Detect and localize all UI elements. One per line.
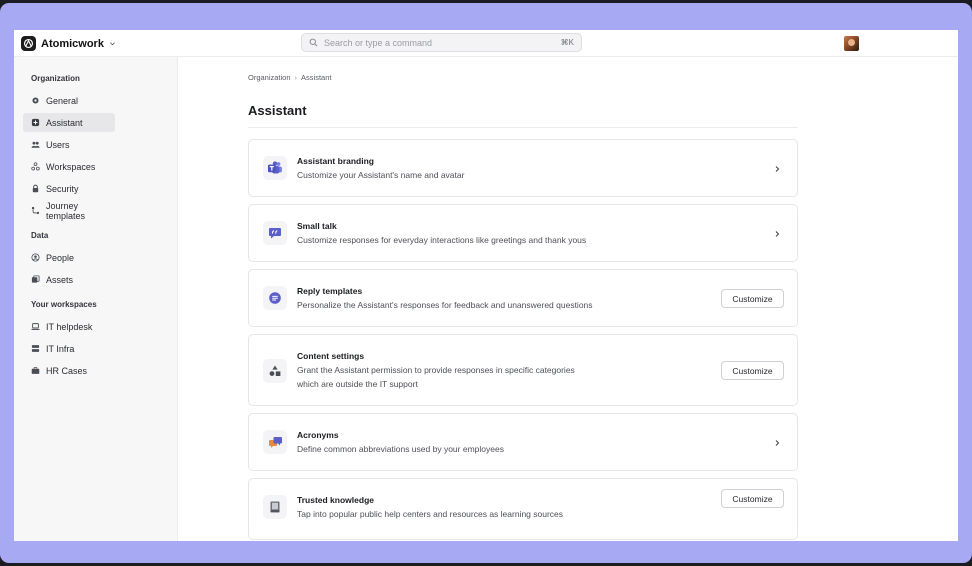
chat-bubbles-icon [263,430,287,454]
users-icon [31,141,40,148]
assets-icon [31,275,40,283]
sidebar-item-label: Workspaces [46,161,96,172]
briefcase-icon [31,367,40,374]
sidebar-section-data: Data [31,231,49,240]
sidebar-item-journey-templates[interactable]: Journey templates [23,200,115,221]
sidebar-item-users[interactable]: Users [23,135,115,154]
search-placeholder: Search or type a command [324,37,433,48]
top-bar: Atomicwork Search or type a command ⌘K [14,30,958,57]
card-title: Assistant branding [297,156,374,166]
journey-icon [31,206,40,215]
reply-bubble-icon [263,286,287,310]
sidebar-item-label: Journey templates [46,200,86,221]
sidebar-item-label: Assets [46,274,74,285]
sidebar-item-label: Users [46,139,70,150]
sidebar-item-label: IT helpdesk [46,321,93,332]
sidebar-item-hr-cases[interactable]: HR Cases [23,361,115,380]
book-icon [263,495,287,519]
card-description: Tap into popular public help centers and… [297,509,564,519]
lock-icon [32,184,39,193]
card-trusted-knowledge: Trusted knowledge Tap into popular publi… [248,478,798,540]
card-title: Acronyms [297,430,339,440]
card-title: Small talk [297,221,337,231]
card-description: Grant the Assistant permission to provid… [297,365,575,389]
sidebar-item-label: General [46,95,79,106]
teams-icon [263,156,287,180]
sidebar-item-label: HR Cases [46,365,88,376]
workspace-switcher[interactable]: Atomicwork [21,35,116,52]
sidebar-item-security[interactable]: Security [23,179,115,198]
breadcrumb-separator: › [294,73,298,82]
card-assistant-branding[interactable]: Assistant branding Customize your Assist… [248,139,798,197]
sidebar-item-label: IT Infra [46,343,75,354]
person-circle-icon [31,253,40,262]
gear-icon [32,97,39,104]
chevron-down-icon [109,42,115,46]
search-shortcut: ⌘K [560,38,574,47]
page-title: Assistant [248,103,307,118]
reply-templates-customize-button[interactable]: Customize [721,289,784,308]
breadcrumb: Organization › Assistant [248,73,331,82]
server-icon [31,345,40,352]
chevron-right-icon[interactable] [773,439,781,447]
chevron-right-icon[interactable] [773,165,781,173]
quote-bubble-icon [263,221,287,245]
content-settings-customize-button[interactable]: Customize [721,361,784,380]
card-content-settings: Content settings Grant the Assistant per… [248,334,798,406]
card-small-talk[interactable]: Small talk Customize responses for every… [248,204,798,262]
sidebar-item-assistant[interactable]: Assistant [23,113,115,132]
chevron-right-icon[interactable] [773,230,781,238]
sidebar-section-workspaces: Your workspaces [31,300,97,309]
sidebar-item-it-helpdesk[interactable]: IT helpdesk [23,317,115,336]
card-title: Reply templates [297,286,363,296]
card-description: Customize your Assistant's name and avat… [297,170,465,180]
card-title: Trusted knowledge [297,495,374,505]
settings-sidebar: Organization General Assistant Users Wor… [14,57,178,541]
sidebar-item-it-infra[interactable]: IT Infra [23,339,115,358]
card-description: Customize responses for everyday interac… [297,235,587,245]
trusted-knowledge-customize-button[interactable]: Customize [721,489,784,508]
app-name: Atomicwork [41,37,104,50]
sidebar-item-workspaces[interactable]: Workspaces [23,157,115,176]
card-title: Content settings [297,351,365,361]
laptop-icon [31,323,40,330]
app-window: Atomicwork Search or type a command ⌘K O… [14,30,958,541]
user-avatar[interactable] [844,36,859,51]
sidebar-item-label: Security [46,183,79,194]
sidebar-item-people[interactable]: People [23,248,115,267]
breadcrumb-current: Assistant [301,73,332,82]
card-reply-templates: Reply templates Personalize the Assistan… [248,269,798,327]
sidebar-item-general[interactable]: General [23,91,115,110]
search-icon [309,38,318,47]
command-search[interactable]: Search or type a command ⌘K [301,33,582,52]
atomicwork-logo-icon [21,36,36,51]
sidebar-section-organization: Organization [31,74,80,83]
shapes-icon [263,359,287,383]
card-acronyms[interactable]: Acronyms Define common abbreviations use… [248,413,798,471]
sidebar-item-assets[interactable]: Assets [23,270,115,289]
card-description: Define common abbreviations used by your… [297,444,504,454]
sidebar-item-label: Assistant [46,117,83,128]
workspaces-icon [31,162,40,171]
sidebar-item-label: People [46,252,75,263]
title-divider [248,127,798,128]
main-content: Organization › Assistant Assistant Assis… [178,57,958,541]
assistant-icon [31,118,40,127]
breadcrumb-organization[interactable]: Organization [248,73,291,82]
card-description: Personalize the Assistant's responses fo… [297,300,593,310]
